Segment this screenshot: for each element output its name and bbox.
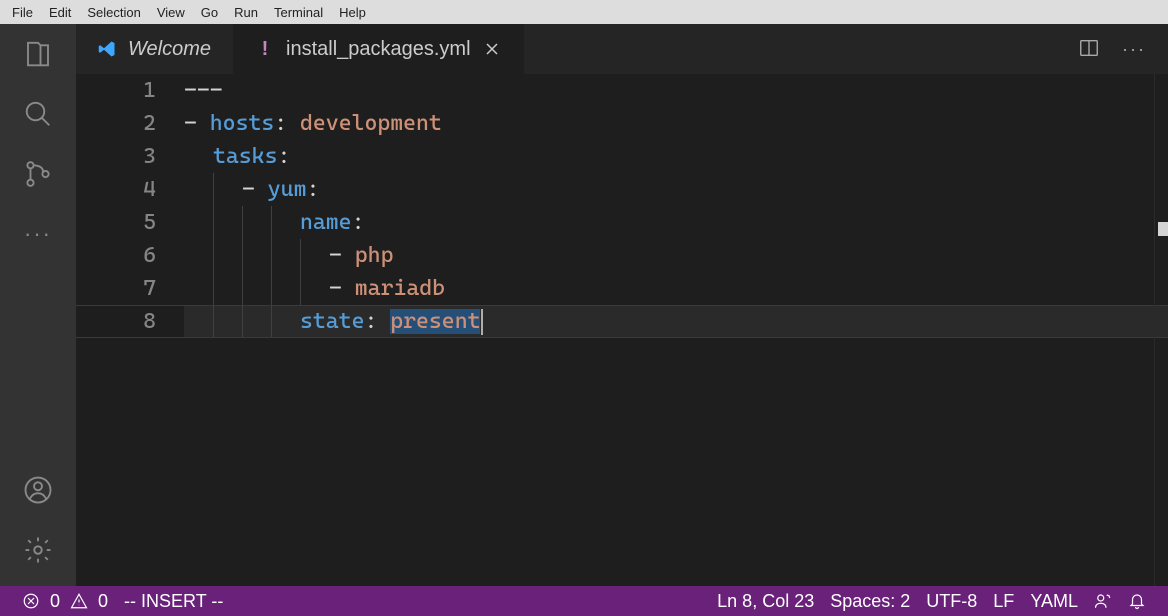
text-cursor: [481, 309, 483, 335]
code-line[interactable]: - hosts: development: [184, 107, 1168, 140]
workarea: ··· Welcome ! install_packages.yml: [0, 24, 1168, 586]
status-cursor-position[interactable]: Ln 8, Col 23: [709, 591, 822, 612]
status-feedback-icon[interactable]: [1086, 592, 1120, 610]
code-line[interactable]: - mariadb: [184, 272, 1168, 305]
line-number: 6: [76, 239, 156, 272]
status-bar: 0 0 -- INSERT -- Ln 8, Col 23 Spaces: 2 …: [0, 586, 1168, 616]
yaml-file-icon: !: [256, 40, 274, 58]
more-actions-icon[interactable]: ···: [1122, 39, 1146, 60]
status-problems[interactable]: 0 0: [14, 591, 116, 612]
status-errors-count: 0: [50, 591, 60, 612]
line-number-gutter: 12345678: [76, 74, 184, 586]
line-number: 1: [76, 74, 156, 107]
code-line[interactable]: - yum:: [184, 173, 1168, 206]
code-line[interactable]: ---: [184, 74, 1168, 107]
menu-selection[interactable]: Selection: [79, 3, 148, 22]
app-menubar: FileEditSelectionViewGoRunTerminalHelp: [0, 0, 1168, 24]
status-eol[interactable]: LF: [985, 591, 1022, 612]
split-editor-icon[interactable]: [1078, 37, 1100, 62]
status-warnings-count: 0: [98, 591, 108, 612]
source-control-icon[interactable]: [22, 158, 54, 190]
code-content[interactable]: ---- hosts: developmenttasks:- yum:name:…: [184, 74, 1168, 586]
menu-view[interactable]: View: [149, 3, 193, 22]
tab-welcome[interactable]: Welcome: [76, 24, 234, 74]
code-line[interactable]: tasks:: [184, 140, 1168, 173]
search-icon[interactable]: [22, 98, 54, 130]
close-icon[interactable]: [483, 40, 501, 58]
overview-ruler[interactable]: [1154, 74, 1168, 586]
menu-terminal[interactable]: Terminal: [266, 3, 331, 22]
tab-bar: Welcome ! install_packages.yml ···: [76, 24, 1168, 74]
scroll-thumb[interactable]: [1158, 222, 1168, 236]
status-bell-icon[interactable]: [1120, 592, 1154, 610]
status-vim-mode: -- INSERT --: [116, 591, 231, 612]
menu-file[interactable]: File: [4, 3, 41, 22]
line-number: 5: [76, 206, 156, 239]
status-indentation[interactable]: Spaces: 2: [822, 591, 918, 612]
vscode-logo-icon: [98, 40, 116, 58]
tab-install-packages[interactable]: ! install_packages.yml: [234, 24, 524, 74]
line-number: 3: [76, 140, 156, 173]
line-number: 7: [76, 272, 156, 305]
menu-help[interactable]: Help: [331, 3, 374, 22]
menu-go[interactable]: Go: [193, 3, 226, 22]
line-number: 2: [76, 107, 156, 140]
code-editor[interactable]: 12345678 ---- hosts: developmenttasks:- …: [76, 74, 1168, 586]
tab-label: Welcome: [128, 38, 211, 61]
line-number: 4: [76, 173, 156, 206]
code-line[interactable]: name:: [184, 206, 1168, 239]
tab-actions: ···: [1056, 24, 1168, 74]
explorer-icon[interactable]: [22, 38, 54, 70]
menu-edit[interactable]: Edit: [41, 3, 79, 22]
code-line[interactable]: - php: [184, 239, 1168, 272]
line-number: 8: [76, 305, 156, 338]
status-language-mode[interactable]: YAML: [1022, 591, 1086, 612]
tab-label: install_packages.yml: [286, 38, 471, 61]
settings-gear-icon[interactable]: [22, 534, 54, 566]
status-encoding[interactable]: UTF-8: [918, 591, 985, 612]
code-line[interactable]: state: present: [184, 305, 1168, 338]
activity-overflow-icon[interactable]: ···: [24, 218, 52, 250]
accounts-icon[interactable]: [22, 474, 54, 506]
activity-bar: ···: [0, 24, 76, 586]
editor-group: Welcome ! install_packages.yml ··· 12345…: [76, 24, 1168, 586]
menu-run[interactable]: Run: [226, 3, 266, 22]
